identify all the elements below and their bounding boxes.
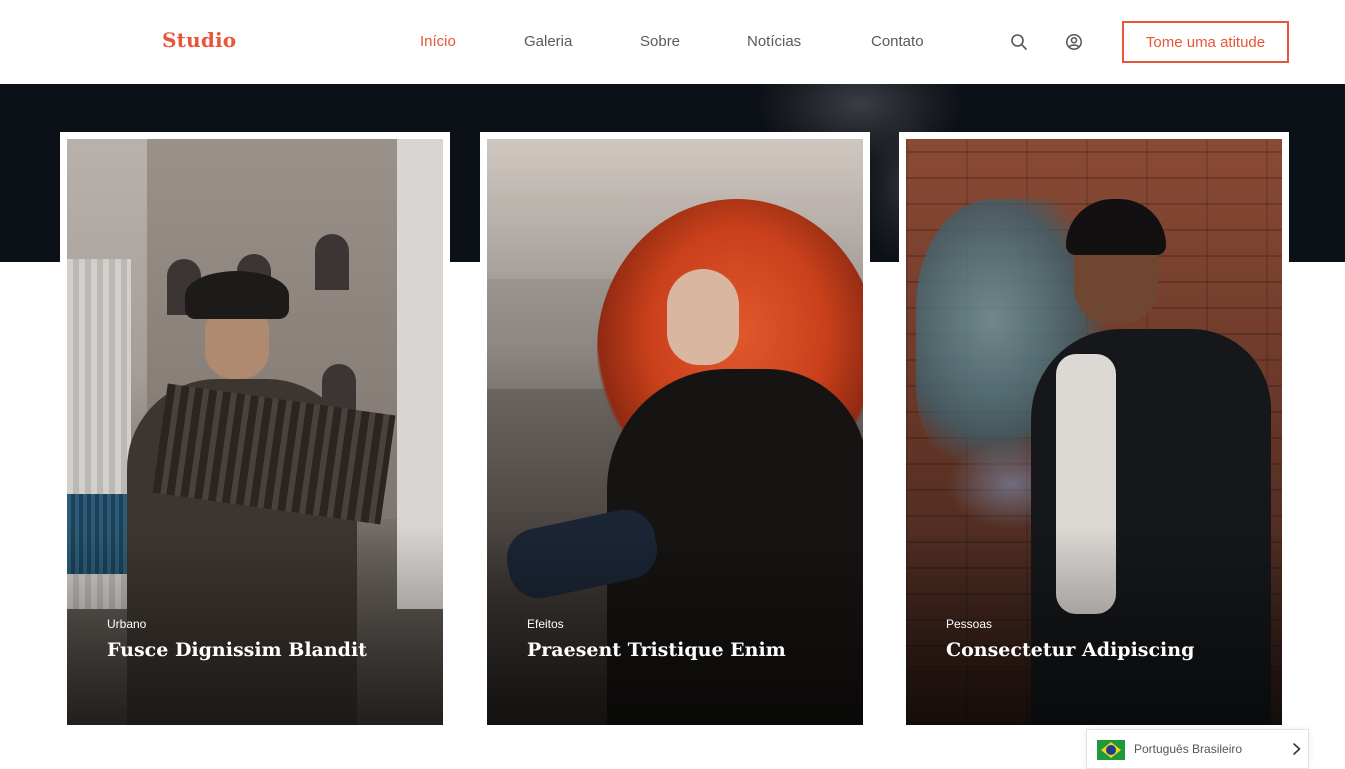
- gallery-card-efeitos[interactable]: Efeitos Praesent Tristique Enim: [480, 132, 870, 732]
- gallery-card-urbano[interactable]: Urbano Fusce Dignissim Blandit: [60, 132, 450, 732]
- chevron-right-icon: [1293, 743, 1301, 755]
- site-logo[interactable]: Studio: [162, 28, 236, 52]
- card-photo: Urbano Fusce Dignissim Blandit: [67, 139, 443, 725]
- card-title[interactable]: Praesent Tristique Enim: [527, 639, 786, 661]
- card-category[interactable]: Efeitos: [527, 617, 564, 631]
- flag-globe: [1106, 745, 1116, 755]
- photo-hat: [185, 271, 289, 319]
- site-header: Studio Início Galeria Sobre Notícias Con…: [0, 0, 1345, 84]
- card-category[interactable]: Urbano: [107, 617, 146, 631]
- photo-face: [667, 269, 739, 365]
- language-switcher[interactable]: Português Brasileiro: [1086, 729, 1309, 769]
- nav-link-galeria[interactable]: Galeria: [524, 33, 572, 50]
- card-category[interactable]: Pessoas: [946, 617, 992, 631]
- nav-link-inicio[interactable]: Início: [420, 33, 456, 50]
- gallery-card-pessoas[interactable]: Pessoas Consectetur Adipiscing: [899, 132, 1289, 732]
- language-label: Português Brasileiro: [1134, 742, 1243, 756]
- nav-link-noticias[interactable]: Notícias: [747, 33, 801, 50]
- card-photo: Pessoas Consectetur Adipiscing: [906, 139, 1282, 725]
- nav-link-sobre[interactable]: Sobre: [640, 33, 680, 50]
- card-photo: Efeitos Praesent Tristique Enim: [487, 139, 863, 725]
- card-title[interactable]: Consectetur Adipiscing: [946, 639, 1194, 661]
- card-title[interactable]: Fusce Dignissim Blandit: [107, 639, 367, 661]
- nav-link-contato[interactable]: Contato: [871, 33, 924, 50]
- brazil-flag-icon: [1097, 740, 1125, 760]
- search-icon[interactable]: [1009, 32, 1029, 52]
- user-icon[interactable]: [1064, 32, 1084, 52]
- photo-window: [315, 234, 349, 290]
- cta-button[interactable]: Tome uma atitude: [1122, 21, 1289, 63]
